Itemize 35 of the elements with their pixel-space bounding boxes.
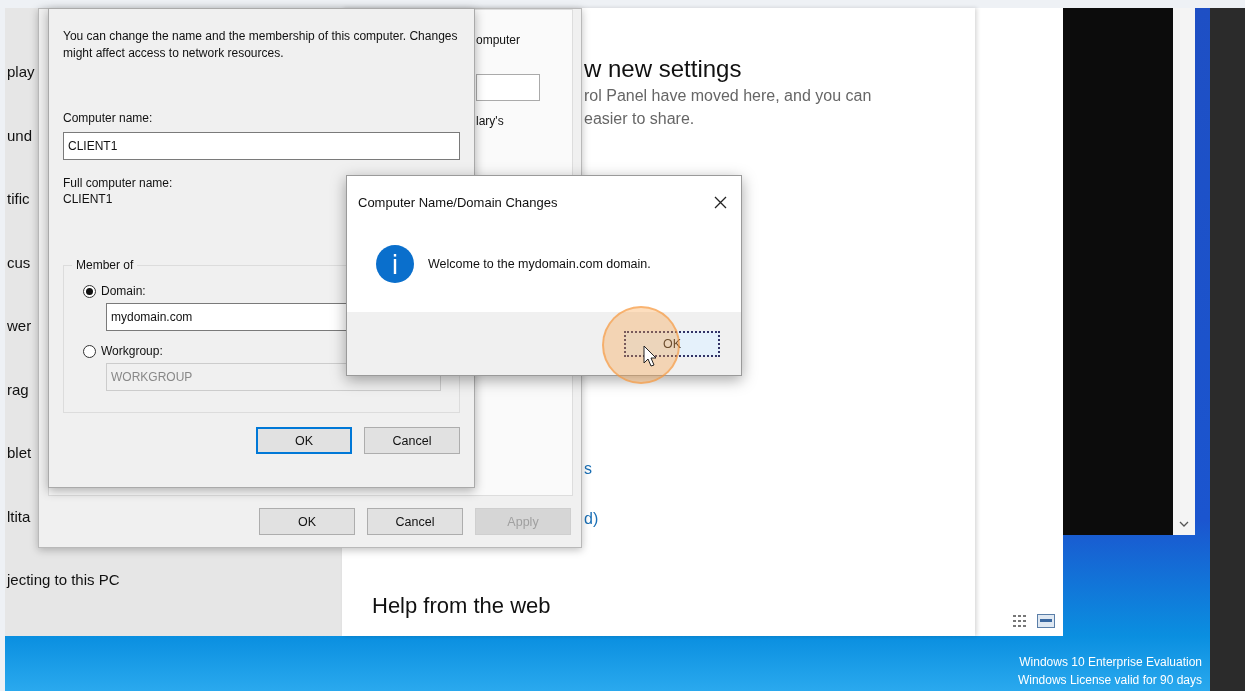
message-text: Welcome to the mydomain.com domain. (428, 257, 651, 271)
intro-text: You can change the name and the membership of this computer. Changes might affect access to network resources. (63, 28, 458, 62)
description-text: rol Panel have moved here, and you can (584, 86, 873, 106)
large-icons-view-icon[interactable] (1037, 614, 1055, 628)
input-field[interactable] (476, 74, 540, 101)
chevron-down-icon[interactable] (1179, 521, 1189, 527)
settings-link[interactable]: d) (584, 509, 599, 529)
section-heading: w new settings (584, 54, 743, 84)
description-text: easier to share. (584, 109, 696, 129)
radio-label[interactable]: Workgroup: (101, 344, 163, 358)
dialog-button[interactable]: Cancel (367, 508, 463, 535)
sidebar-item[interactable]: jecting to this PC (5, 548, 342, 612)
close-icon[interactable] (714, 195, 727, 209)
dialog-button[interactable]: OK (256, 427, 352, 454)
scrollbar[interactable] (1173, 8, 1195, 535)
settings-link[interactable]: s (584, 459, 592, 479)
help-heading: Help from the web (372, 593, 552, 619)
field-label: Computer name: (63, 110, 153, 126)
dialog-title: Computer Name/Domain Changes (358, 194, 558, 210)
dialog-button[interactable]: Cancel (364, 427, 460, 454)
radio-button[interactable] (83, 344, 96, 358)
full-computer-name: CLIENT1 (63, 191, 113, 207)
cursor-icon (643, 345, 657, 367)
desktop-notice-text: Windows 10 Enterprise Evaluation (1019, 654, 1202, 671)
description-text: omputer (476, 32, 521, 48)
description-text: lary's (476, 113, 504, 129)
dialog-button[interactable]: OK (259, 508, 355, 535)
info-icon (376, 245, 414, 283)
details-view-icon[interactable] (1013, 615, 1029, 627)
radio-button[interactable] (83, 284, 96, 298)
radio-label[interactable]: Domain: (101, 284, 146, 298)
computer-name-field[interactable]: CLIENT1 (63, 132, 460, 160)
field-label: Full computer name: (63, 175, 173, 191)
desktop-notice-text: Windows License valid for 90 days (1017, 672, 1202, 689)
ok-button[interactable]: OK (624, 330, 720, 357)
